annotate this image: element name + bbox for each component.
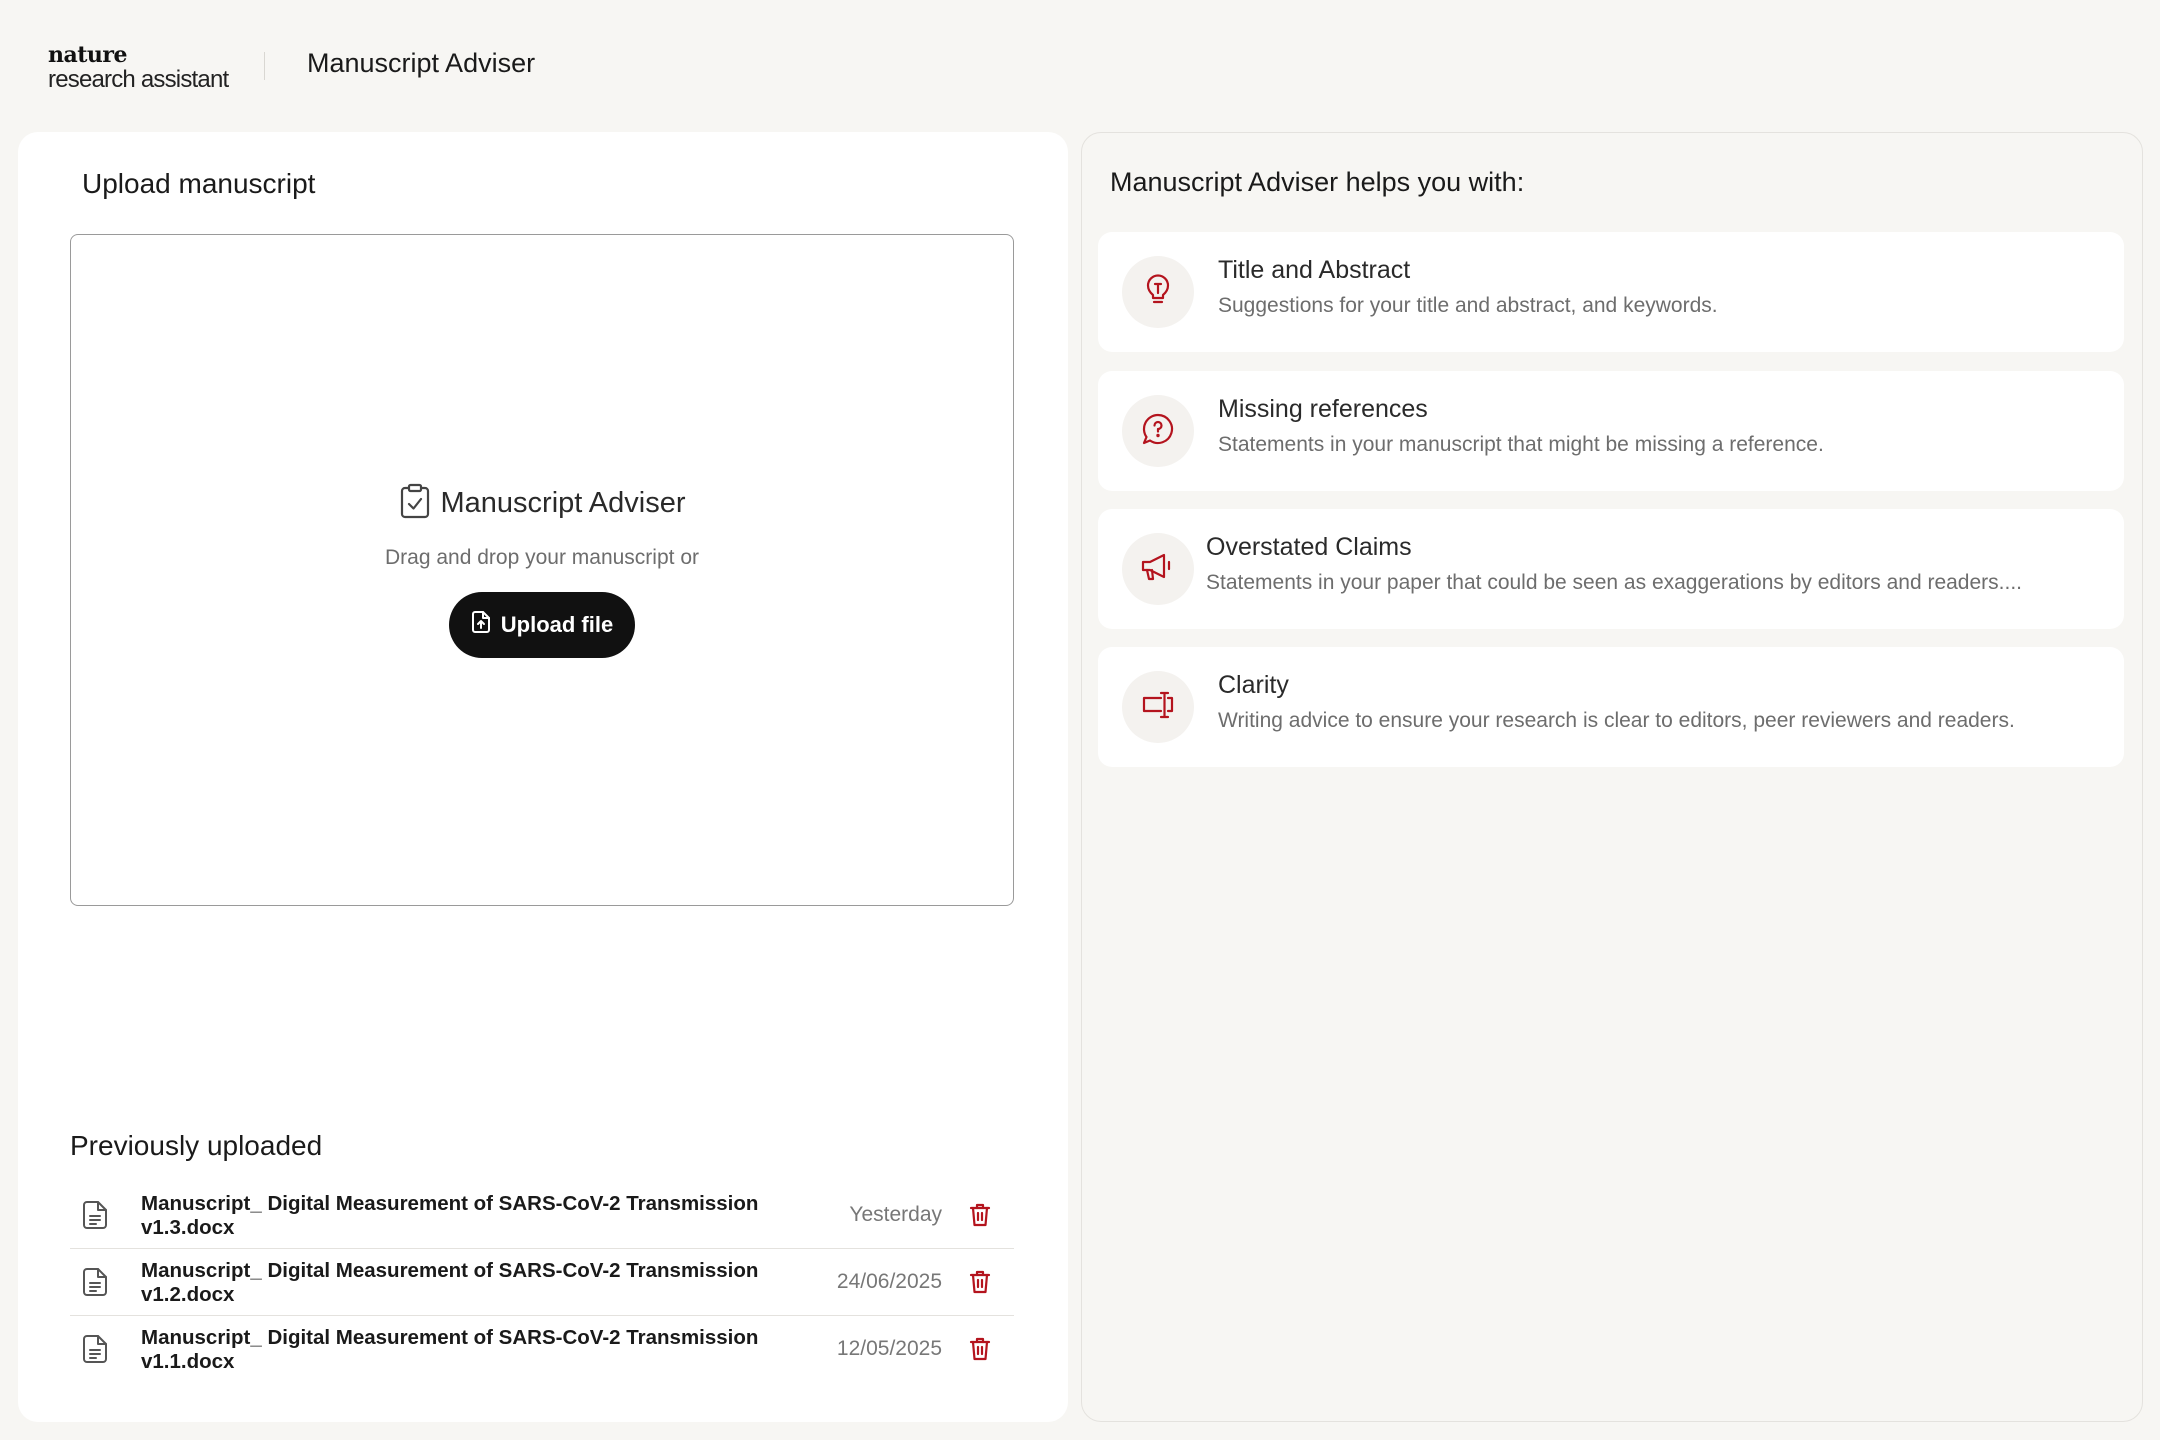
feature-icon-container: [1122, 533, 1194, 605]
feature-title: Title and Abstract: [1218, 256, 1411, 284]
feature-icon-container: [1122, 671, 1194, 743]
page-title: Manuscript Adviser: [307, 48, 536, 78]
text-cursor-icon: [1140, 689, 1176, 726]
app-header: nature research assistant Manuscript Adv…: [0, 0, 2160, 132]
document-icon: [82, 1267, 108, 1302]
features-panel: Manuscript Adviser helps you with: Title…: [1081, 132, 2143, 1422]
feature-description: Suggestions for your title and abstract,…: [1218, 294, 1718, 317]
feature-title: Missing references: [1218, 395, 1428, 423]
logo-top-text: nature: [48, 42, 128, 68]
megaphone-icon: [1140, 551, 1176, 588]
file-name[interactable]: Manuscript_ Digital Measurement of SARS-…: [141, 1326, 821, 1374]
file-name[interactable]: Manuscript_ Digital Measurement of SARS-…: [141, 1259, 821, 1307]
dropzone-content: Manuscript Adviser Drag and drop your ma…: [71, 483, 1013, 658]
upload-file-button[interactable]: Upload file: [449, 592, 635, 658]
feature-card-overstated-claims: Overstated Claims Statements in your pap…: [1098, 509, 2124, 629]
feature-title: Clarity: [1218, 671, 1289, 699]
file-name[interactable]: Manuscript_ Digital Measurement of SARS-…: [141, 1192, 821, 1240]
file-date: 24/06/2025: [836, 1270, 942, 1293]
file-row[interactable]: Manuscript_ Digital Measurement of SARS-…: [70, 1316, 1014, 1382]
feature-card-clarity: Clarity Writing advice to ensure your re…: [1098, 647, 2124, 767]
document-icon: [82, 1334, 108, 1369]
nature-research-assistant-logo[interactable]: nature research assistant: [48, 42, 229, 93]
dropzone-title-row: Manuscript Adviser: [399, 483, 686, 524]
file-date: 12/05/2025: [836, 1337, 942, 1360]
trash-icon[interactable]: [968, 1269, 992, 1300]
upload-file-label: Upload file: [500, 612, 614, 637]
features-heading: Manuscript Adviser helps you with:: [1110, 167, 1525, 197]
previous-files-list: Manuscript_ Digital Measurement of SARS-…: [70, 1182, 1014, 1382]
logo-bottom-text: research assistant: [48, 66, 229, 93]
header-divider: [264, 52, 265, 80]
feature-description: Statements in your manuscript that might…: [1218, 433, 1824, 456]
feature-description: Writing advice to ensure your research i…: [1218, 709, 2015, 732]
file-date: Yesterday: [849, 1203, 942, 1226]
feature-icon-container: [1122, 256, 1194, 328]
upload-panel: Upload manuscript Manuscript Adviser Dra…: [18, 132, 1068, 1422]
dropzone-subtitle: Drag and drop your manuscript or: [385, 546, 699, 569]
file-row[interactable]: Manuscript_ Digital Measurement of SARS-…: [70, 1249, 1014, 1316]
upload-dropzone[interactable]: Manuscript Adviser Drag and drop your ma…: [70, 234, 1014, 906]
dropzone-title: Manuscript Adviser: [440, 487, 686, 519]
feature-icon-container: [1122, 395, 1194, 467]
feature-title: Overstated Claims: [1206, 533, 1412, 561]
trash-icon[interactable]: [968, 1336, 992, 1367]
file-upload-icon: [471, 610, 491, 640]
lightbulb-icon: [1142, 273, 1174, 312]
feature-description: Statements in your paper that could be s…: [1206, 571, 2022, 594]
document-icon: [82, 1200, 108, 1235]
upload-heading: Upload manuscript: [82, 168, 316, 199]
question-bubble-icon: [1141, 412, 1175, 451]
previously-uploaded-heading: Previously uploaded: [70, 1130, 323, 1161]
feature-card-missing-references: Missing references Statements in your ma…: [1098, 371, 2124, 491]
feature-card-title-abstract: Title and Abstract Suggestions for your …: [1098, 232, 2124, 352]
file-row[interactable]: Manuscript_ Digital Measurement of SARS-…: [70, 1182, 1014, 1249]
clipboard-check-icon: [399, 483, 431, 524]
trash-icon[interactable]: [968, 1202, 992, 1233]
